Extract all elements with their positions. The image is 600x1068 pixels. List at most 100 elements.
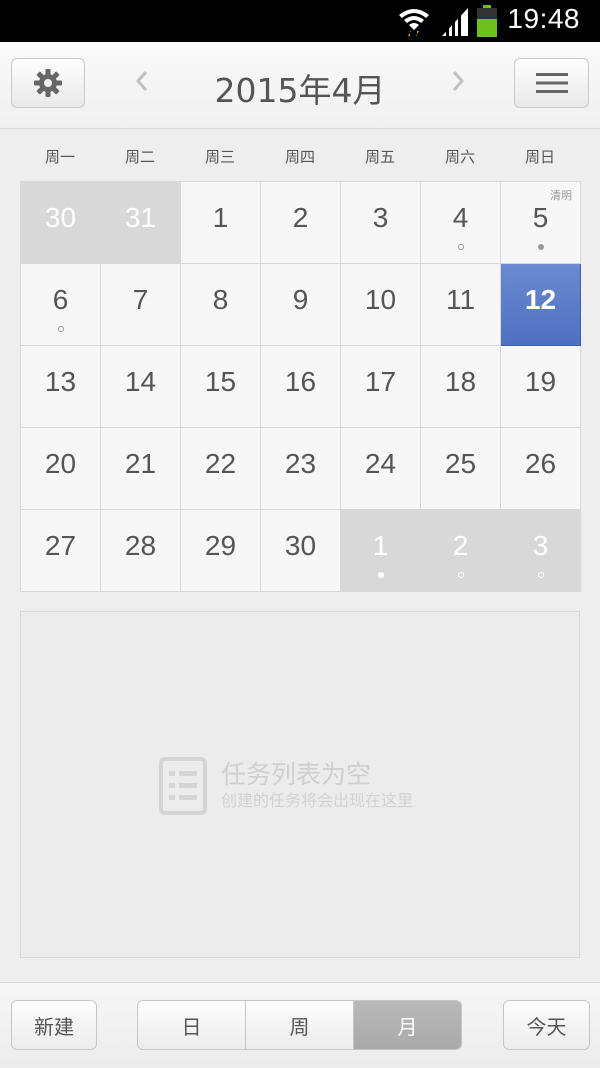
day-cell[interactable]: 16: [261, 346, 341, 428]
day-cell[interactable]: 3: [501, 510, 581, 592]
task-panel: 任务列表为空 创建的任务将会出现在这里: [20, 611, 580, 958]
prev-month-button[interactable]: [127, 68, 157, 100]
day-number: 5: [532, 202, 549, 233]
day-number: 30: [284, 530, 317, 561]
day-cell[interactable]: 8: [181, 264, 261, 346]
day-cell[interactable]: 2: [421, 510, 501, 592]
day-cell[interactable]: 2: [261, 182, 341, 264]
weekday-label: 周六: [444, 148, 475, 166]
day-number: 20: [44, 448, 77, 479]
event-dot-icon: [457, 572, 464, 578]
day-cell[interactable]: 9: [261, 264, 341, 346]
day-number: 24: [364, 448, 397, 479]
month-title[interactable]: 2015年4月: [160, 64, 440, 112]
day-cell[interactable]: 29: [181, 510, 261, 592]
weekday-label: 周四: [284, 148, 315, 166]
day-number: 14: [124, 366, 157, 397]
day-cell[interactable]: 3: [341, 182, 421, 264]
view-day-tab[interactable]: 日: [138, 1001, 246, 1049]
weekday-row: 周一 周二 周三 周四 周五 周六 周日: [20, 146, 580, 170]
day-number: 3: [532, 530, 549, 561]
event-dot-icon: [57, 326, 64, 332]
day-cell[interactable]: 22: [181, 428, 261, 510]
calendar-header: 2015年4月: [0, 42, 600, 129]
today-button[interactable]: 今天: [503, 1000, 590, 1050]
day-cell[interactable]: 30: [261, 510, 341, 592]
day-cell[interactable]: 17: [341, 346, 421, 428]
day-cell[interactable]: 18: [421, 346, 501, 428]
empty-state: 任务列表为空 创建的任务将会出现在这里: [159, 757, 413, 815]
menu-button[interactable]: [514, 58, 589, 108]
weekday-label: 周五: [364, 148, 395, 166]
view-month-tab[interactable]: 月: [354, 1001, 461, 1049]
settings-button[interactable]: [11, 58, 85, 108]
empty-subtitle: 创建的任务将会出现在这里: [221, 791, 414, 810]
day-cell[interactable]: 6: [21, 264, 101, 346]
event-dot-icon: [537, 572, 544, 578]
day-number: 2: [292, 202, 309, 233]
day-number: 21: [124, 448, 157, 479]
event-dot-icon: [457, 244, 464, 250]
day-cell[interactable]: 5 清明: [501, 182, 581, 264]
day-number: 30: [44, 202, 77, 233]
day-number: 9: [292, 284, 309, 315]
wifi-icon: [399, 9, 429, 36]
gear-icon: [34, 69, 62, 97]
day-number: 8: [212, 284, 229, 315]
day-cell[interactable]: 1: [341, 510, 421, 592]
day-number: 16: [284, 366, 317, 397]
day-cell[interactable]: 11: [421, 264, 501, 346]
day-number: 7: [132, 284, 149, 315]
clock: 19:48: [507, 3, 580, 34]
day-number: 3: [372, 202, 389, 233]
day-number: 23: [284, 448, 317, 479]
day-cell[interactable]: 21: [101, 428, 181, 510]
day-number: 1: [372, 530, 389, 561]
day-cell[interactable]: 23: [261, 428, 341, 510]
day-cell[interactable]: 15: [181, 346, 261, 428]
day-number: 6: [52, 284, 69, 315]
day-cell[interactable]: 24: [341, 428, 421, 510]
next-month-button[interactable]: [443, 68, 473, 100]
day-cell[interactable]: 20: [21, 428, 101, 510]
signal-icon: [442, 8, 468, 36]
day-cell[interactable]: 31: [101, 182, 181, 264]
day-number: 11: [445, 284, 476, 315]
day-number: 10: [364, 284, 397, 315]
month-grid: 30 31 1 2 3 4 5 清明 6 7 8 9 10 11 12 13 14 15 16 17 18 19 20 21 2…: [20, 181, 581, 592]
day-number: 31: [124, 202, 157, 233]
day-number: 13: [44, 366, 77, 397]
day-cell-today[interactable]: 12: [501, 264, 581, 346]
day-number: 4: [452, 202, 469, 233]
day-cell[interactable]: 10: [341, 264, 421, 346]
day-cell[interactable]: 14: [101, 346, 181, 428]
day-cell[interactable]: 13: [21, 346, 101, 428]
day-cell[interactable]: 19: [501, 346, 581, 428]
day-number: 19: [524, 366, 557, 397]
day-number: 29: [204, 530, 237, 561]
weekday-label: 周三: [204, 148, 235, 166]
new-task-button[interactable]: 新建: [11, 1000, 97, 1050]
bottom-toolbar: 新建 日 周 月 今天: [0, 982, 600, 1068]
event-dot-icon: [377, 572, 384, 578]
day-number: 1: [212, 202, 229, 233]
day-number: 25: [444, 448, 477, 479]
day-cell[interactable]: 7: [101, 264, 181, 346]
day-cell[interactable]: 4: [421, 182, 501, 264]
chevron-left-icon: [135, 71, 148, 91]
day-number: 28: [124, 530, 157, 561]
day-cell[interactable]: 25: [421, 428, 501, 510]
day-cell[interactable]: 27: [21, 510, 101, 592]
day-cell[interactable]: 26: [501, 428, 581, 510]
day-number: 2: [452, 530, 469, 561]
weekday-label: 周二: [124, 148, 155, 166]
day-number: 12: [524, 284, 557, 315]
view-week-tab[interactable]: 周: [246, 1001, 354, 1049]
day-cell[interactable]: 1: [181, 182, 261, 264]
empty-title: 任务列表为空: [221, 760, 372, 789]
weekday-label: 周一: [44, 148, 75, 166]
day-cell[interactable]: 28: [101, 510, 181, 592]
weekday-label: 周日: [524, 148, 555, 166]
day-number: 27: [44, 530, 77, 561]
day-cell[interactable]: 30: [21, 182, 101, 264]
